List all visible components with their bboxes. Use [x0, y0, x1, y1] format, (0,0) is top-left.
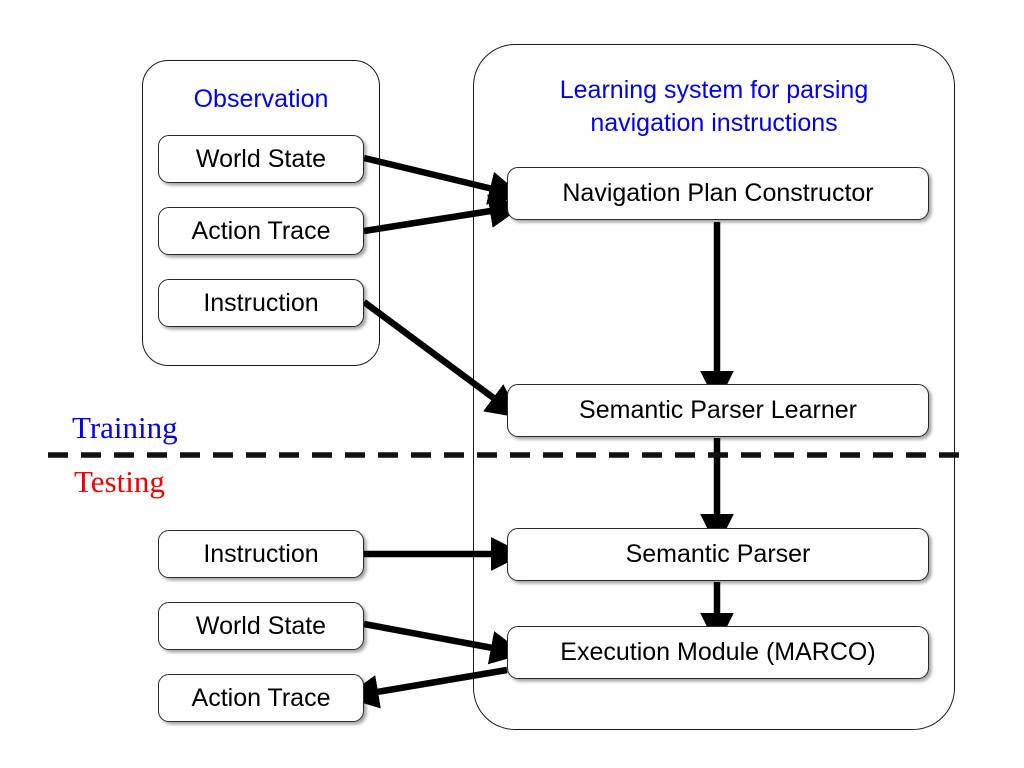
node-testing-action-trace[interactable]: Action Trace	[158, 674, 364, 722]
node-semantic-parser[interactable]: Semantic Parser	[507, 528, 929, 581]
testing-phase-label: Testing	[74, 464, 165, 499]
diagram-canvas: Observation Learning system for parsing …	[0, 0, 1024, 768]
learning-system-group-title: Learning system for parsing navigation i…	[559, 76, 869, 137]
node-testing-world-state[interactable]: World State	[158, 602, 364, 650]
node-navigation-plan-constructor[interactable]: Navigation Plan Constructor	[507, 167, 929, 220]
training-phase-label: Training	[72, 410, 178, 445]
node-testing-instruction[interactable]: Instruction	[158, 530, 364, 578]
observation-group-title: Observation	[193, 85, 329, 113]
node-semantic-parser-learner[interactable]: Semantic Parser Learner	[507, 384, 929, 437]
node-training-instruction[interactable]: Instruction	[158, 279, 364, 327]
node-training-action-trace[interactable]: Action Trace	[158, 207, 364, 255]
node-training-world-state[interactable]: World State	[158, 135, 364, 183]
node-execution-module-marco[interactable]: Execution Module (MARCO)	[507, 626, 929, 679]
